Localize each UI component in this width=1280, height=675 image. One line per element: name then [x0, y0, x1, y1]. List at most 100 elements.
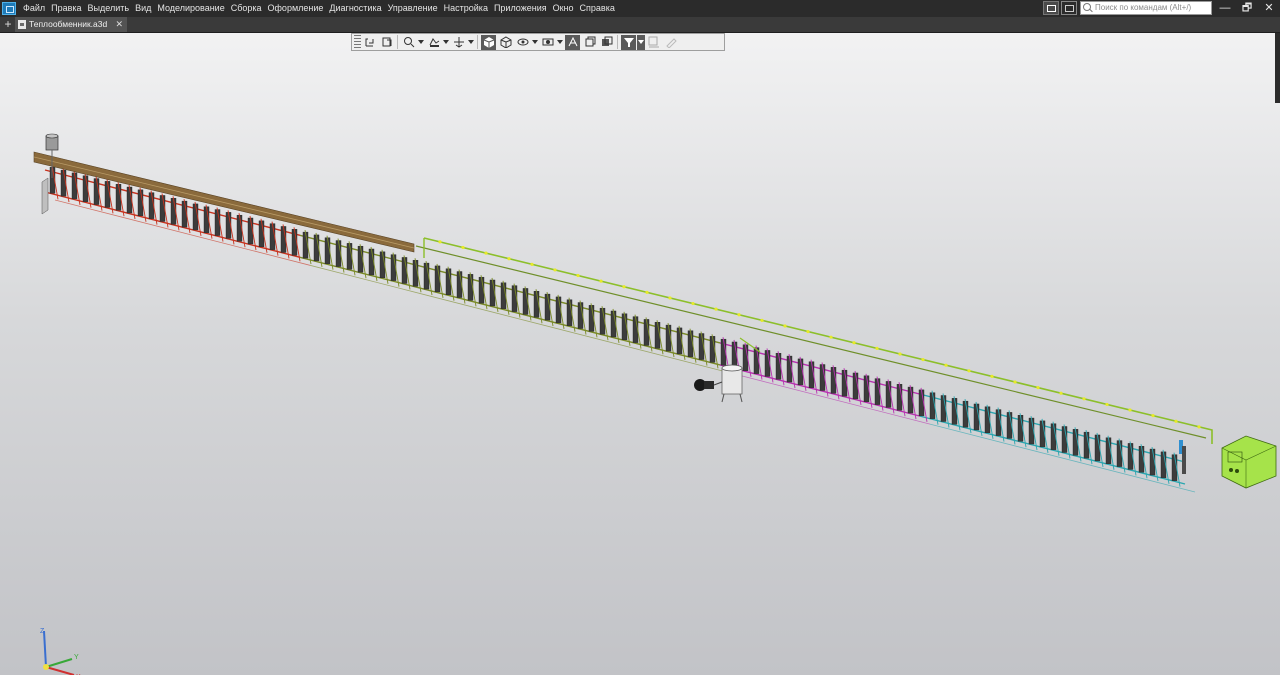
end-panel	[1182, 446, 1186, 474]
command-search-input[interactable]: Поиск по командам (Alt+/)	[1080, 1, 1212, 15]
heat-exchanger-model[interactable]	[0, 33, 1280, 675]
layout-single-icon[interactable]	[1043, 1, 1059, 15]
document-tab-bar: + Теплообменник.a3d ✕	[0, 17, 1280, 33]
menu-item-5[interactable]: Сборка	[228, 0, 265, 17]
pipe-support	[875, 346, 879, 350]
end-bracket	[41, 177, 49, 215]
menu-item-11[interactable]: Окно	[550, 0, 577, 17]
pump-motor	[704, 381, 714, 389]
hidden-dropdown-arrow[interactable]	[531, 35, 539, 50]
menu-bar: Файл Правка Выделить Вид Моделирование Сборка…	[0, 0, 1280, 17]
control-knob	[1235, 469, 1239, 473]
perspective-icon[interactable]	[565, 34, 580, 50]
pipe-support	[944, 363, 948, 367]
add-tab-button[interactable]: +	[3, 17, 13, 32]
menu-item-0[interactable]: Файл	[20, 0, 48, 17]
pipe-support	[599, 279, 603, 283]
header-pipe-highlight	[33, 156, 415, 249]
wireframe-icon[interactable]	[498, 35, 513, 50]
pipe-support	[898, 352, 902, 356]
pipe-support	[553, 268, 557, 272]
pipe-support	[967, 369, 971, 373]
toolbar-separator	[397, 35, 398, 49]
pipe-support	[714, 307, 718, 311]
control-knob	[1229, 468, 1233, 472]
menu-item-8[interactable]: Управление	[385, 0, 441, 17]
pipe-support	[1036, 386, 1040, 390]
header-pipe	[33, 151, 415, 253]
rotate-icon[interactable]	[426, 35, 441, 50]
pipe-support	[783, 324, 787, 328]
minimize-button[interactable]: —	[1214, 0, 1236, 17]
render-icon[interactable]	[599, 35, 614, 50]
pipe-support	[921, 357, 925, 362]
pipe-support	[990, 374, 994, 378]
pipe-support	[668, 296, 672, 300]
menu-item-3[interactable]: Вид	[132, 0, 154, 17]
filter-icon[interactable]	[621, 34, 636, 50]
pipe-support	[530, 262, 534, 266]
pipe-support	[806, 329, 810, 334]
pipe-support	[1174, 419, 1178, 423]
pipe-support	[1105, 402, 1109, 407]
pipe-support	[852, 341, 856, 345]
menu-item-7[interactable]: Диагностика	[326, 0, 384, 17]
search-icon	[1083, 3, 1091, 11]
filter-dropdown-arrow[interactable]	[637, 34, 645, 50]
close-tab-icon[interactable]: ✕	[115, 17, 123, 32]
menu-item-9[interactable]: Настройка	[441, 0, 491, 17]
section-icon[interactable]	[379, 35, 394, 50]
menu-item-4[interactable]: Моделирование	[154, 0, 227, 17]
dim-icon[interactable]	[646, 35, 661, 50]
app-logo-icon[interactable]	[2, 2, 16, 15]
pipe-support	[1059, 391, 1063, 395]
pipe-support	[438, 240, 442, 244]
restore-button[interactable]: 🗗	[1236, 0, 1258, 17]
pipe-support	[1151, 414, 1155, 418]
toolbar-separator	[477, 35, 478, 49]
axis-y-label: Y	[74, 654, 79, 661]
display-mode-icon[interactable]	[540, 35, 555, 50]
menu-item-12[interactable]: Справка	[577, 0, 618, 17]
pipe-support	[691, 301, 695, 306]
pipe-support	[507, 257, 511, 261]
zoom-icon[interactable]	[401, 35, 416, 50]
menu-item-6[interactable]: Оформление	[265, 0, 327, 17]
tank-leg	[721, 393, 725, 403]
pipe-support	[1082, 397, 1086, 401]
copy-view-icon[interactable]	[582, 35, 597, 50]
menu-item-2[interactable]: Выделить	[85, 0, 133, 17]
return-pipe	[415, 245, 1207, 439]
axis-z-label: Z	[40, 628, 45, 635]
pan-icon[interactable]	[451, 35, 466, 50]
main-menu: Файл Правка Выделить Вид Моделирование Сборка…	[20, 0, 618, 17]
orient-icon[interactable]	[362, 35, 377, 50]
close-button[interactable]: ✕	[1258, 0, 1280, 17]
shaded-icon[interactable]	[481, 34, 496, 50]
menu-item-1[interactable]: Правка	[48, 0, 84, 17]
pan-dropdown-arrow[interactable]	[467, 35, 475, 50]
view-toolbar	[351, 33, 725, 51]
3d-viewport[interactable]: Z Y X	[0, 33, 1280, 675]
vessel-top	[45, 133, 59, 139]
document-tab[interactable]: Теплообменник.a3d ✕	[15, 17, 127, 32]
axis-triad: Z Y X	[40, 628, 81, 675]
document-icon	[18, 20, 26, 29]
supply-pipe	[423, 237, 1213, 444]
pipe-support	[576, 273, 580, 278]
pen-icon[interactable]	[663, 35, 678, 50]
viewport-scrollbar[interactable]	[1275, 33, 1280, 103]
zoom-dropdown-arrow[interactable]	[417, 35, 425, 50]
pipe-support	[737, 313, 741, 317]
pipe-support	[622, 285, 626, 289]
menu-item-10[interactable]: Приложения	[491, 0, 550, 17]
display-mode-dropdown-arrow[interactable]	[556, 35, 564, 50]
pump-pipe	[713, 381, 723, 386]
toolbar-grip[interactable]	[354, 35, 361, 49]
rotate-dropdown-arrow[interactable]	[442, 35, 450, 50]
pipe-support	[760, 318, 764, 322]
tank-leg	[739, 393, 743, 403]
layout-split-icon[interactable]	[1061, 1, 1077, 15]
pipe-support	[484, 251, 488, 255]
hidden-icon[interactable]	[515, 35, 530, 50]
